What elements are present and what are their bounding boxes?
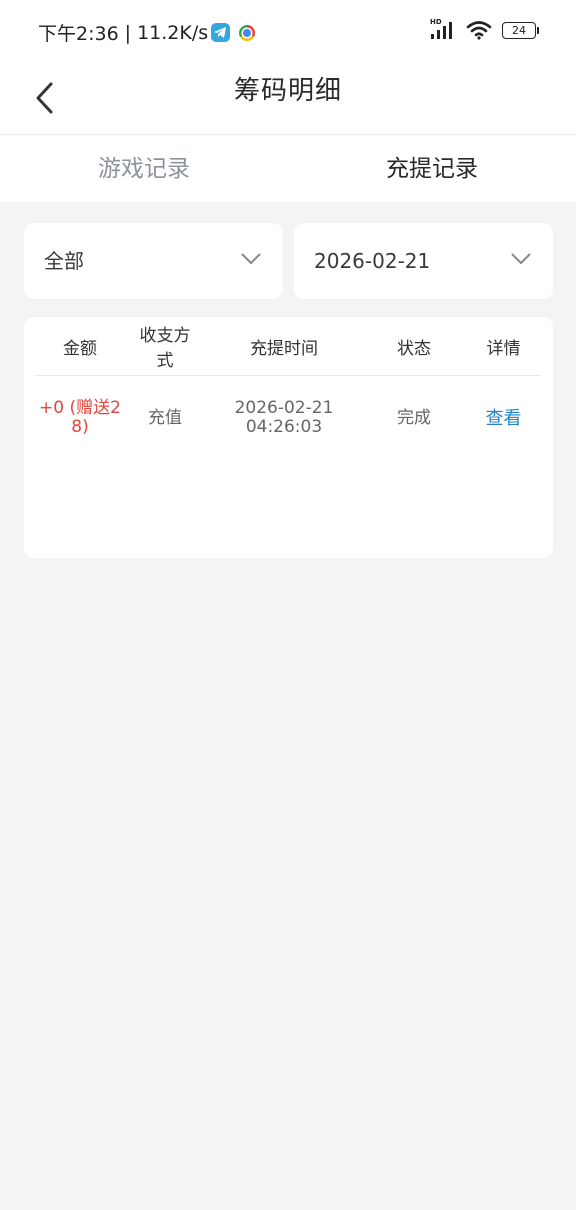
status-bar: 下午2:36 | 11.2K/s HD 24: [0, 0, 576, 64]
column-header-method: 收支方式: [139, 326, 191, 371]
method-cell: 充值: [148, 407, 182, 428]
hd-label: HD: [430, 18, 442, 26]
date-filter-select[interactable]: 2026-02-21: [294, 223, 553, 299]
header-divider: [34, 375, 541, 376]
nav-bar: 筹码明细: [0, 64, 576, 134]
wifi-icon: [466, 21, 492, 40]
time-cell: 2026-02-21 04:26:03: [194, 399, 374, 437]
tab-deposit-withdraw-records[interactable]: 充提记录: [288, 135, 576, 202]
view-detail-link[interactable]: 查看: [454, 409, 553, 428]
filter-row: 全部 2026-02-21: [24, 223, 553, 299]
chevron-left-icon: [36, 82, 53, 114]
status-time: 下午2:36: [38, 23, 119, 45]
status-left: 下午2:36 | 11.2K/s: [38, 19, 256, 46]
time-date: 2026-02-21: [234, 398, 334, 418]
table-header: 金额 收支方式 充提时间 状态 详情: [24, 317, 553, 375]
status-cell: 完成: [397, 407, 431, 428]
chrome-icon: [239, 24, 256, 41]
signal-icon: HD: [430, 18, 456, 40]
type-filter-value: 全部: [44, 249, 84, 273]
column-header-status: 状态: [397, 338, 431, 359]
amount-line: 8): [71, 417, 89, 437]
status-separator: |: [124, 21, 132, 44]
table-row: +0 (赠送2 8) 充值 2026-02-21 04:26:03 完成 查看: [24, 395, 553, 441]
page-title: 筹码明细: [233, 76, 342, 106]
chevron-down-icon: [511, 253, 531, 264]
time-clock: 04:26:03: [245, 417, 323, 437]
column-header-amount: 金额: [63, 338, 97, 359]
amount-line: +0 (赠送2: [39, 398, 121, 418]
network-speed: 11.2K/s: [137, 21, 209, 44]
tab-game-records[interactable]: 游戏记录: [0, 135, 288, 202]
tab-bar: 游戏记录 充提记录: [0, 135, 576, 202]
records-table: 金额 收支方式 充提时间 状态 详情 +0 (赠送2 8) 充值 2026-02…: [24, 317, 553, 558]
back-button[interactable]: [24, 72, 64, 124]
type-filter-select[interactable]: 全部: [24, 223, 283, 299]
status-right: HD 24: [430, 18, 539, 40]
battery-icon: 24: [502, 21, 539, 39]
telegram-icon: [211, 23, 231, 42]
column-header-detail: 详情: [486, 338, 521, 359]
amount-cell: +0 (赠送2 8): [24, 399, 136, 437]
chevron-down-icon: [241, 253, 261, 264]
date-filter-value: 2026-02-21: [314, 249, 431, 273]
column-header-time: 充提时间: [250, 338, 318, 359]
